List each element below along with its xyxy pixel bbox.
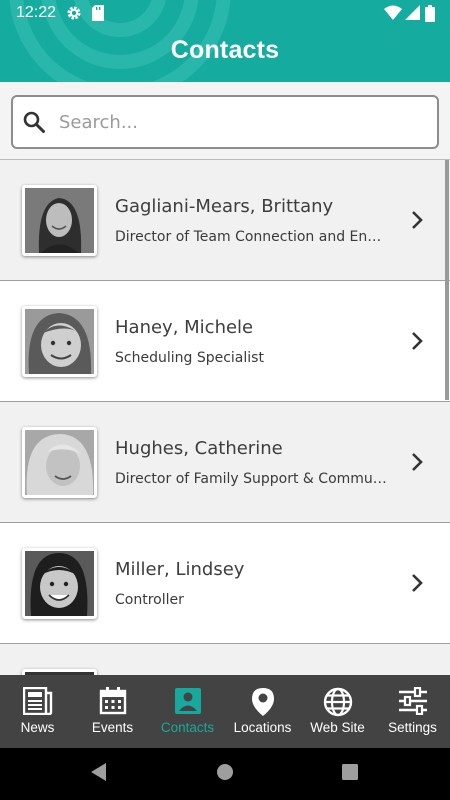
sd-card-icon (92, 5, 104, 21)
tab-web-site[interactable]: Web Site (300, 675, 375, 748)
contact-row[interactable]: Gagliani-Mears, Brittany Director of Tea… (0, 160, 450, 281)
tab-label: Locations (233, 720, 292, 735)
tab-label: Contacts (160, 720, 215, 735)
contact-name: Miller, Lindsey (115, 559, 245, 580)
bottom-tab-bar: News Events Contacts Locations Web Site … (0, 675, 450, 748)
contact-row[interactable]: Miller, Lindsey Controller (0, 523, 450, 644)
sliders-icon (398, 687, 427, 715)
contact-name: Gagliani-Mears, Brittany (115, 196, 334, 217)
tab-locations[interactable]: Locations (225, 675, 300, 748)
recents-icon[interactable] (341, 762, 359, 782)
globe-icon (323, 687, 352, 717)
tab-label: Web Site (310, 720, 365, 735)
tab-label: Settings (388, 720, 437, 735)
map-pin-icon (251, 688, 274, 716)
chevron-right-icon (412, 211, 423, 229)
contact-name: Haney, Michele (115, 317, 254, 338)
newspaper-icon (22, 687, 52, 715)
contact-role: Scheduling Specialist (115, 350, 264, 366)
tab-contacts[interactable]: Contacts (150, 675, 225, 748)
search-box[interactable] (11, 95, 439, 149)
app-header: 12:22 Contacts (0, 0, 450, 82)
chevron-right-icon (412, 332, 423, 350)
search-bar (0, 82, 450, 160)
back-icon[interactable] (90, 762, 108, 782)
tab-label: Events (91, 720, 134, 735)
battery-icon (425, 5, 435, 22)
tab-events[interactable]: Events (75, 675, 150, 748)
avatar (22, 427, 97, 498)
tab-news[interactable]: News (0, 675, 75, 748)
wifi-icon (384, 5, 402, 20)
calendar-icon (99, 687, 126, 715)
contact-card-icon (174, 688, 201, 714)
avatar (22, 306, 97, 377)
search-input[interactable] (59, 105, 429, 139)
tab-settings[interactable]: Settings (375, 675, 450, 748)
contact-role: Controller (115, 592, 184, 608)
avatar (22, 548, 97, 619)
contact-row[interactable] (0, 644, 450, 675)
page-title: Contacts (170, 36, 280, 64)
chevron-right-icon (412, 574, 423, 592)
gear-icon (67, 6, 81, 20)
contact-role: Director of Team Connection and Engageme… (115, 229, 387, 245)
list-scrollbar[interactable] (445, 160, 449, 400)
contact-role: Director of Family Support & Community R… (115, 471, 387, 487)
tab-label: News (20, 720, 55, 735)
home-icon[interactable] (216, 762, 234, 782)
signal-icon (405, 5, 420, 20)
contact-row[interactable]: Hughes, Catherine Director of Family Sup… (0, 402, 450, 523)
avatar (22, 185, 97, 256)
contact-name: Hughes, Catherine (115, 438, 283, 459)
contacts-list[interactable]: Gagliani-Mears, Brittany Director of Tea… (0, 160, 450, 675)
search-icon (23, 111, 45, 133)
system-nav-bar (0, 748, 450, 800)
status-time: 12:22 (16, 4, 57, 21)
status-bar: 12:22 (0, 0, 450, 26)
contact-row[interactable]: Haney, Michele Scheduling Specialist (0, 281, 450, 402)
chevron-right-icon (412, 453, 423, 471)
